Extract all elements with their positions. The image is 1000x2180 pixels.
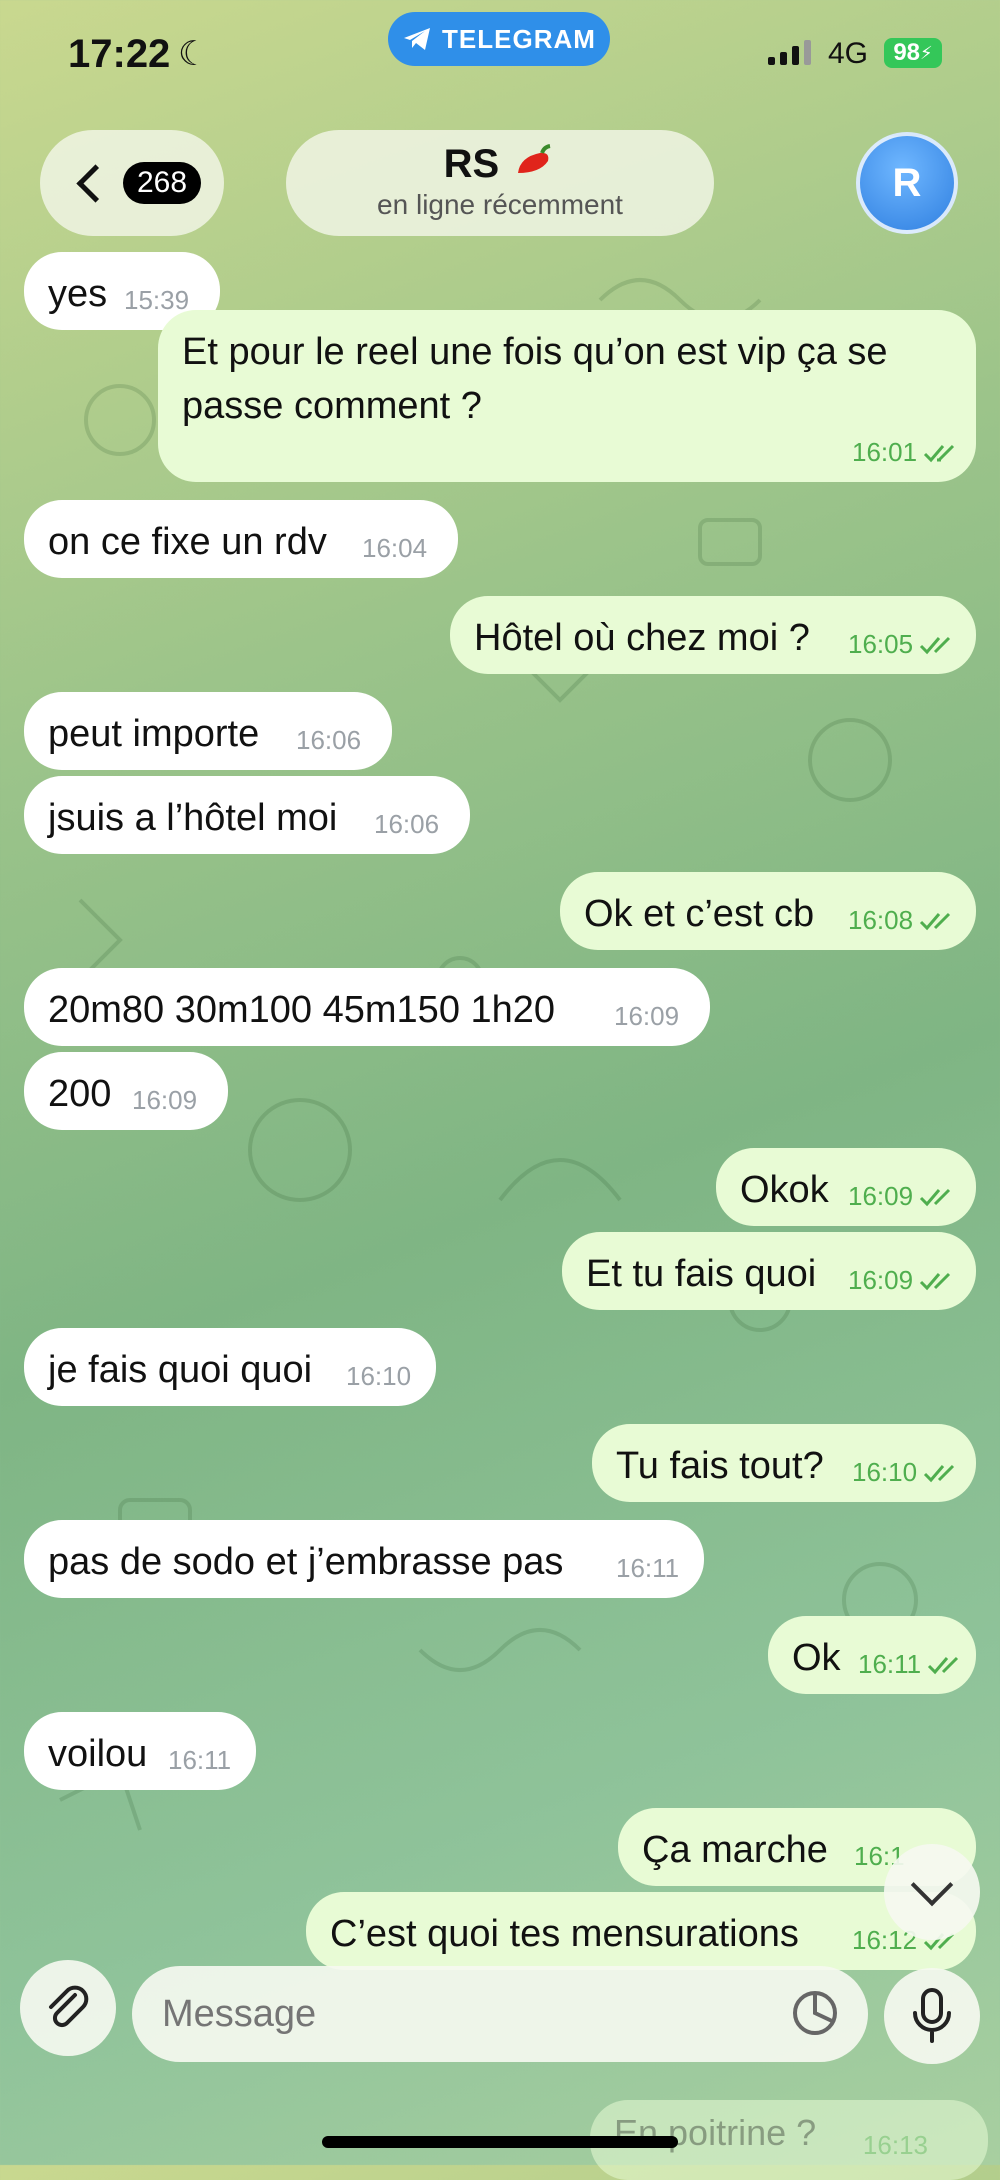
double-check-icon (924, 1464, 955, 1483)
chat-name: RS (443, 142, 500, 186)
message-time: 16:11 (858, 1649, 922, 1679)
telegram-pill[interactable]: TELEGRAM (388, 12, 610, 66)
message-bubble[interactable]: pas de sodo et j’embrasse pas 16:11 (24, 1520, 704, 1598)
status-bar: 17:22 ☾ TELEGRAM 4G 98 ⚡ (0, 0, 1000, 110)
message-text: Hôtel où chez moi ? (474, 617, 810, 659)
message-bubble[interactable]: 200 16:09 (24, 1052, 228, 1130)
message-time: 16:08 (848, 905, 914, 935)
message-time: 16:10 (346, 1361, 412, 1391)
double-check-icon (928, 1656, 959, 1675)
telegram-pill-label: TELEGRAM (442, 23, 596, 54)
unread-count-badge: 268 (123, 162, 202, 204)
message-bubble[interactable]: Ok 16:11 (768, 1616, 976, 1694)
message-time: 16:06 (296, 725, 362, 755)
double-check-icon (920, 912, 951, 931)
message-time: 16:04 (362, 533, 428, 563)
moon-icon: ☾ (178, 35, 209, 73)
message-text: C’est quoi tes mensurations (330, 1913, 799, 1955)
message-time: 16:01 (852, 437, 918, 467)
signal-icon (768, 40, 811, 65)
message-time: 16:06 (374, 809, 440, 839)
message-text: jsuis a l’hôtel moi (48, 797, 338, 839)
scroll-to-bottom-button[interactable] (884, 1844, 980, 1940)
message-bubble[interactable]: peut importe 16:06 (24, 692, 392, 770)
message-text: je fais quoi quoi (48, 1349, 313, 1391)
message-time: 16:05 (848, 629, 914, 659)
message-text: voilou (48, 1733, 148, 1775)
message-text: Ok (792, 1637, 841, 1679)
message-text: Ok et c’est cb (584, 893, 815, 935)
chevron-left-icon (76, 163, 115, 203)
message-text: 200 (48, 1073, 112, 1115)
message-bubble[interactable]: jsuis a l’hôtel moi 16:06 (24, 776, 470, 854)
sticker-icon[interactable] (790, 1988, 840, 2038)
home-indicator (322, 2136, 678, 2148)
microphone-button[interactable] (884, 1968, 980, 2064)
message-text: Et tu fais quoi (586, 1253, 817, 1295)
telegram-icon (404, 28, 431, 50)
message-text: peut importe (48, 713, 260, 755)
message-bubble[interactable]: 20m80 30m100 45m150 1h20 16:09 (24, 968, 710, 1046)
double-check-icon (924, 444, 955, 463)
chevron-down-icon (910, 1863, 954, 1907)
message-text: Tu fais tout? (616, 1445, 824, 1487)
double-check-icon (920, 636, 951, 655)
message-bubble[interactable]: Okok 16:09 (716, 1148, 976, 1226)
message-bubble[interactable]: Et tu fais quoi 16:09 (562, 1232, 976, 1310)
composer-bar (0, 1960, 1000, 2165)
network-type: 4G (828, 37, 869, 70)
paperclip-icon (49, 1985, 89, 2028)
message-text: on ce fixe un rdv (48, 521, 327, 563)
microphone-icon (913, 1988, 951, 2043)
message-text-line1: Et pour le reel une fois qu’on est vip ç… (182, 331, 888, 373)
attach-button[interactable] (20, 1960, 116, 2056)
message-text: yes (48, 273, 108, 315)
message-bubble[interactable]: Et pour le reel une fois qu’on est vip ç… (158, 310, 976, 482)
message-time: 16:09 (848, 1181, 914, 1211)
message-bubble[interactable]: Tu fais tout? 16:10 (592, 1424, 976, 1502)
message-bubble[interactable]: je fais quoi quoi 16:10 (24, 1328, 436, 1406)
message-time: 16:11 (168, 1745, 232, 1775)
message-text: pas de sodo et j’embrasse pas (48, 1541, 564, 1583)
chat-title[interactable]: RS en ligne récemment (286, 130, 714, 236)
message-time: 16:09 (132, 1085, 198, 1115)
battery-level: 98 (893, 39, 921, 66)
avatar[interactable]: R (856, 132, 958, 234)
message-text: Ça marche (642, 1829, 828, 1871)
pepper-emoji (518, 144, 551, 173)
message-time: 15:39 (124, 285, 190, 315)
message-time: 16:11 (616, 1553, 680, 1583)
chat-name-row: RS (286, 142, 714, 187)
message-bubble[interactable]: voilou 16:11 (24, 1712, 256, 1790)
message-input[interactable] (132, 1966, 868, 2062)
message-time: 16:09 (614, 1001, 680, 1031)
back-button[interactable]: 268 (40, 130, 224, 236)
chat-status: en ligne récemment (377, 189, 623, 220)
double-check-icon (920, 1188, 951, 1207)
message-text: 20m80 30m100 45m150 1h20 (48, 989, 556, 1031)
message-bubble[interactable]: on ce fixe un rdv 16:04 (24, 500, 458, 578)
message-time: 16:10 (852, 1457, 918, 1487)
avatar-letter: R (892, 160, 922, 205)
double-check-icon (920, 1272, 951, 1291)
message-text-line2: passe comment ? (182, 385, 482, 427)
battery-indicator: 98 ⚡ (884, 38, 942, 68)
status-time: 17:22 (68, 32, 171, 76)
message-time: 16:09 (848, 1265, 914, 1295)
message-bubble[interactable]: C’est quoi tes mensurations 16:12 (306, 1892, 976, 1970)
message-bubble[interactable]: Ok et c’est cb 16:08 (560, 872, 976, 950)
message-text: Okok (740, 1169, 829, 1211)
message-bubble[interactable]: Hôtel où chez moi ? 16:05 (450, 596, 976, 674)
